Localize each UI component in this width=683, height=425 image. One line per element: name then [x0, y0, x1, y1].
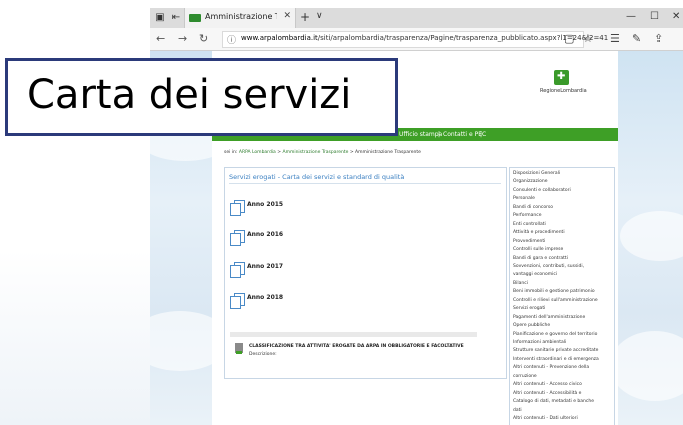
- slide-fade: [0, 250, 150, 425]
- tab-actions-icon[interactable]: ▣: [153, 11, 167, 25]
- address-bar: ← → ↻ ⓘ www.arpalombardia.it/siti/arpalo…: [150, 28, 683, 51]
- close-window-icon[interactable]: ✕: [672, 11, 680, 22]
- side-menu-item[interactable]: Provvedimenti: [513, 239, 545, 244]
- nav-separator: |: [480, 131, 483, 138]
- tab-list-icon[interactable]: ∨: [316, 11, 323, 21]
- side-menu-item[interactable]: vantaggi economici: [513, 272, 557, 277]
- share-icon[interactable]: ⇪: [654, 32, 663, 45]
- nav-separator: |: [438, 131, 441, 138]
- side-menu-item[interactable]: Strutture sanitarie private accreditate: [513, 348, 598, 353]
- nav-item-ufficio-stampa[interactable]: Ufficio stampa: [399, 131, 442, 138]
- maximize-icon[interactable]: ☐: [650, 11, 659, 22]
- side-menu-item[interactable]: Beni immobili e gestione patrimonio: [513, 289, 595, 294]
- side-menu-item[interactable]: Altri contenuti - Accessibilità e: [513, 391, 581, 396]
- reading-view-icon[interactable]: ▢: [564, 32, 574, 45]
- divider: [229, 183, 501, 184]
- side-menu-item[interactable]: Interventi straordinari e di emergenza: [513, 357, 599, 362]
- year-link-2016[interactable]: Anno 2016: [230, 230, 350, 246]
- side-menu-item[interactable]: Controlli sulle imprese: [513, 247, 563, 252]
- file-icon-accent: [236, 351, 242, 354]
- tab-title: Amministrazione Traspa: [205, 12, 277, 21]
- side-menu-item[interactable]: Attività e procedimenti: [513, 230, 565, 235]
- breadcrumb: sei in: ARPA Lombardia > Amministrazione…: [224, 150, 421, 155]
- breadcrumb-link[interactable]: ARPA Lombardia: [239, 150, 276, 155]
- breadcrumb-link[interactable]: Amministrazione Trasparente: [282, 150, 348, 155]
- side-menu-item[interactable]: Controlli e rilievi sull'amministrazione: [513, 298, 598, 303]
- side-menu-item[interactable]: Sovvenzioni, contributi, sussidi,: [513, 264, 584, 269]
- classification-description: Descrizione:: [249, 352, 277, 357]
- side-menu-item[interactable]: Organizzazione: [513, 179, 548, 184]
- minimize-icon[interactable]: —: [626, 11, 636, 22]
- side-menu-item[interactable]: Altri contenuti - Accesso civico: [513, 382, 582, 387]
- breadcrumb-current: Amministrazione Trasparente: [355, 150, 421, 155]
- side-menu-item[interactable]: Servizi erogati: [513, 306, 545, 311]
- side-menu-item[interactable]: Enti controllati: [513, 222, 546, 227]
- side-menu-item[interactable]: Catalogo di dati, metadati e banche: [513, 399, 594, 404]
- new-tab-icon[interactable]: +: [300, 10, 310, 24]
- year-link-2015[interactable]: Anno 2015: [230, 200, 350, 216]
- pen-icon[interactable]: ✎: [632, 32, 641, 45]
- side-menu-item[interactable]: Bandi di concorso: [513, 205, 553, 210]
- documents-icon: [230, 233, 241, 246]
- year-link-2017[interactable]: Anno 2017: [230, 262, 350, 278]
- side-menu-item[interactable]: Altri contenuti - Dati ulteriori: [513, 416, 578, 421]
- side-menu-item[interactable]: Bandi di gara e contratti: [513, 256, 568, 261]
- side-menu-item[interactable]: Opere pubbliche: [513, 323, 550, 328]
- favicon-icon: [189, 14, 201, 22]
- tab-bar: ▣ ⇤ Amministrazione Traspa ✕ + ∨ — ☐ ✕: [150, 8, 683, 28]
- year-link-2018[interactable]: Anno 2018: [230, 293, 350, 309]
- lock-icon: ⓘ: [227, 36, 237, 46]
- section-heading: Servizi erogati - Carta dei servizi e st…: [229, 173, 405, 181]
- url-field[interactable]: ⓘ www.arpalombardia.it/siti/arpalombardi…: [222, 31, 608, 48]
- documents-icon: [230, 203, 241, 216]
- side-menu-item[interactable]: Pianificazione e governo del territorio: [513, 332, 597, 337]
- side-menu: Disposizioni Generali Organizzazione Consu…: [509, 167, 615, 425]
- side-menu-item[interactable]: dati: [513, 408, 522, 413]
- side-menu-item[interactable]: corruzione: [513, 374, 537, 379]
- regione-lombardia-logo-icon[interactable]: ✚: [554, 70, 569, 85]
- slide-title-box: Carta dei servizi: [5, 58, 398, 136]
- url-text: www.arpalombardia.it/siti/arpalombardia/…: [241, 34, 609, 42]
- side-menu-item[interactable]: Personale: [513, 196, 535, 201]
- side-menu-item[interactable]: Bilanci: [513, 281, 528, 286]
- classification-bar: [230, 332, 477, 337]
- content-panel: Servizi erogati - Carta dei servizi e st…: [224, 167, 507, 379]
- tab-close-icon[interactable]: ✕: [283, 11, 291, 21]
- side-menu-item[interactable]: Pagamenti dell'amministrazione: [513, 315, 585, 320]
- browser-tab[interactable]: Amministrazione Traspa ✕: [184, 8, 296, 28]
- classification-title[interactable]: CLASSIFICAZIONE TRA ATTIVITA' EROGATE DA…: [249, 344, 464, 349]
- cloud-decoration: [620, 211, 683, 261]
- slide-title: Carta dei servizi: [27, 72, 352, 118]
- refresh-icon[interactable]: ↻: [199, 32, 208, 45]
- logo-text: RegioneLombardia: [540, 88, 587, 94]
- side-menu-item[interactable]: Disposizioni Generali: [513, 171, 560, 176]
- favorite-star-icon[interactable]: ☆: [583, 32, 593, 45]
- side-menu-item[interactable]: Performance: [513, 213, 542, 218]
- favorites-hub-icon[interactable]: ☰: [610, 32, 620, 45]
- forward-icon[interactable]: →: [178, 32, 187, 45]
- documents-icon: [230, 296, 241, 309]
- side-menu-item[interactable]: Altri contenuti - Prevenzione della: [513, 365, 589, 370]
- side-menu-item[interactable]: Informazioni ambientali: [513, 340, 566, 345]
- back-icon[interactable]: ←: [156, 32, 165, 45]
- documents-icon: [230, 265, 241, 278]
- set-aside-tabs-icon[interactable]: ⇤: [169, 11, 183, 25]
- side-menu-item[interactable]: Consulenti e collaboratori: [513, 188, 571, 193]
- cloud-decoration: [610, 331, 683, 401]
